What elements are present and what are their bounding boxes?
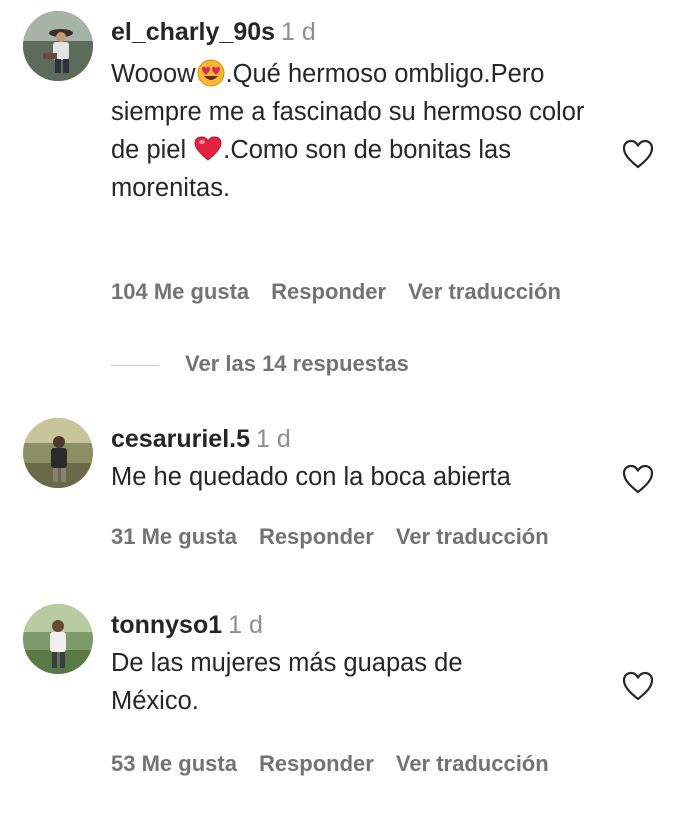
timestamp[interactable]: 1 d	[281, 18, 316, 46]
like-heart-icon[interactable]	[621, 463, 655, 495]
translate-button[interactable]: Ver traducción	[396, 751, 549, 776]
translate-button[interactable]: Ver traducción	[408, 279, 561, 304]
likes-count[interactable]: 31 Me gusta	[111, 524, 237, 549]
comment-actions: 53 Me gusta Responder Ver traducción	[111, 750, 571, 778]
heart-eyes-emoji-icon	[197, 59, 225, 87]
translate-button[interactable]: Ver traducción	[396, 524, 549, 549]
view-replies-button[interactable]: Ver las 14 respuestas	[111, 350, 409, 378]
username[interactable]: el_charly_90s	[111, 18, 275, 46]
comment-actions: 31 Me gusta Responder Ver traducción	[111, 523, 571, 551]
reply-button[interactable]: Responder	[259, 751, 374, 776]
timestamp[interactable]: 1 d	[256, 425, 291, 453]
timestamp[interactable]: 1 d	[228, 611, 263, 639]
comment-text: Me he quedado con la boca abierta	[111, 463, 511, 491]
view-replies-label: Ver las 14 respuestas	[185, 351, 409, 376]
avatar[interactable]	[23, 604, 93, 674]
reply-button[interactable]: Responder	[259, 524, 374, 549]
reply-button[interactable]: Responder	[271, 279, 386, 304]
avatar[interactable]	[23, 11, 93, 81]
avatar-photo	[23, 418, 93, 488]
red-heart-emoji-icon	[194, 136, 222, 161]
username[interactable]: tonnyso1	[111, 611, 222, 639]
avatar-photo	[23, 11, 93, 81]
comment-text: Wooow .Qué hermoso ombligo.Pero siempre …	[111, 55, 611, 207]
replies-divider	[111, 364, 159, 366]
likes-count[interactable]: 53 Me gusta	[111, 751, 237, 776]
comment-actions: 104 Me gusta Responder Ver traducción	[111, 278, 583, 306]
like-heart-icon[interactable]	[621, 138, 655, 170]
avatar-photo	[23, 604, 93, 674]
avatar[interactable]	[23, 418, 93, 488]
username[interactable]: cesaruriel.5	[111, 425, 250, 453]
comment-text-part: Wooow	[111, 60, 196, 88]
like-heart-icon[interactable]	[621, 670, 655, 702]
likes-count[interactable]: 104 Me gusta	[111, 279, 249, 304]
comment-text: De las mujeres más guapas de México.	[111, 649, 463, 715]
